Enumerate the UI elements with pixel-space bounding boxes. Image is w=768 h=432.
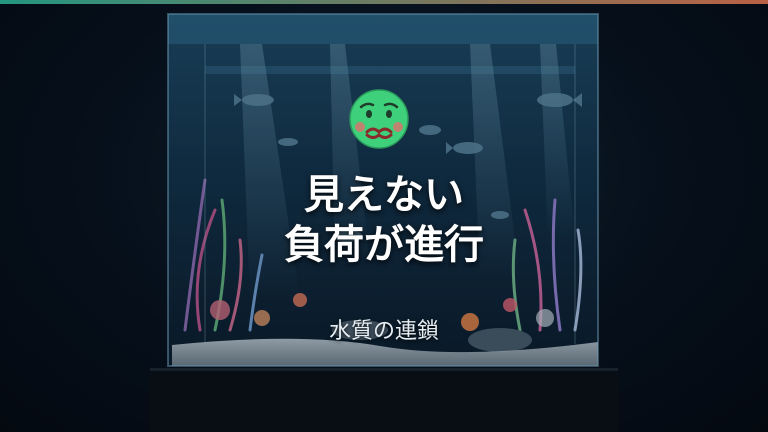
headline-line-1: 見えない (304, 172, 464, 218)
headline-line-2: 負荷が進行 (284, 222, 484, 268)
nauseated-face-icon (349, 89, 409, 149)
slide: 見えない 負荷が進行 水質の連鎖 (0, 0, 768, 432)
headline: 見えない 負荷が進行 (0, 170, 768, 270)
subtitle: 水質の連鎖 (328, 319, 439, 344)
